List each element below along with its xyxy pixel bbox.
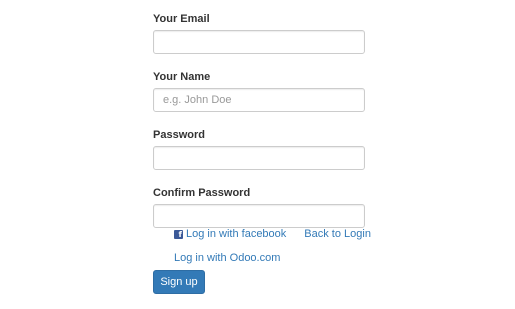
email-label: Your Email bbox=[153, 13, 210, 25]
confirm-password-label: Confirm Password bbox=[153, 187, 251, 199]
back-to-login-link[interactable]: Back to Login bbox=[304, 227, 371, 241]
confirm-password-field-group: Confirm Password bbox=[153, 186, 365, 228]
email-input[interactable] bbox=[153, 30, 365, 54]
confirm-password-input[interactable] bbox=[153, 204, 365, 228]
signup-form: Your Email Your Name Password Confirm Pa… bbox=[153, 12, 365, 228]
odoo-login-link[interactable]: Log in with Odoo.com bbox=[174, 251, 280, 265]
password-label: Password bbox=[153, 129, 205, 141]
email-field-group: Your Email bbox=[153, 12, 365, 54]
facebook-icon: f bbox=[174, 229, 183, 239]
facebook-login-label: Log in with facebook bbox=[186, 228, 287, 240]
name-field-group: Your Name bbox=[153, 70, 365, 112]
facebook-login-link[interactable]: f Log in with facebook bbox=[174, 227, 286, 241]
oauth-links-row: f Log in with facebook Back to Login bbox=[174, 227, 371, 241]
name-label: Your Name bbox=[153, 71, 211, 83]
password-input[interactable] bbox=[153, 146, 365, 170]
name-input[interactable] bbox=[153, 88, 365, 112]
signup-button[interactable]: Sign up bbox=[153, 270, 205, 294]
password-field-group: Password bbox=[153, 128, 365, 170]
